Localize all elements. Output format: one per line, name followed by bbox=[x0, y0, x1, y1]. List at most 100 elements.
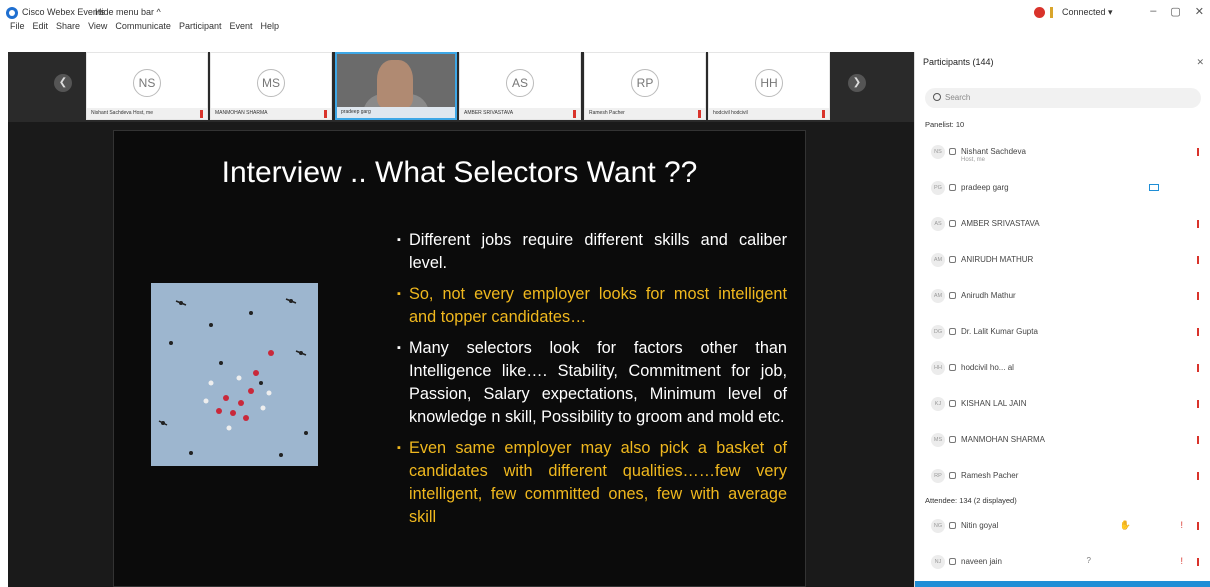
tile-caption: hodcivil hodcivil bbox=[709, 108, 829, 119]
mic-muted-icon[interactable] bbox=[1197, 292, 1199, 300]
panelist-group-header[interactable]: Panelist: 10 bbox=[925, 120, 964, 129]
avatar: HH bbox=[755, 69, 783, 97]
signal-icon bbox=[1050, 7, 1053, 18]
participant-role: Host, me bbox=[961, 157, 986, 163]
mic-muted-icon[interactable] bbox=[1197, 328, 1199, 336]
app-title: Cisco Webex Events bbox=[22, 7, 105, 17]
participant-row[interactable]: RP Ramesh Pacher bbox=[931, 458, 1201, 494]
participant-row[interactable]: AM Anirudh Mathur bbox=[931, 278, 1201, 314]
panel-title[interactable]: Participants (144) bbox=[923, 57, 994, 67]
menu-participant[interactable]: Participant bbox=[179, 21, 222, 31]
device-icon bbox=[949, 472, 956, 479]
video-tile[interactable]: AS AMBER SRIVASTAVA bbox=[459, 52, 581, 120]
attendee-group-header[interactable]: Attendee: 134 (2 displayed) bbox=[925, 496, 1017, 505]
raise-hand-icon: ✋ bbox=[1119, 520, 1131, 530]
mic-muted-icon[interactable] bbox=[1197, 436, 1199, 444]
participant-name: AMBER SRIVASTAVA bbox=[961, 219, 1040, 228]
tile-caption: Ramesh Pacher bbox=[585, 108, 705, 119]
avatar: MS bbox=[257, 69, 285, 97]
participant-name: Ramesh Pacher bbox=[961, 471, 1019, 480]
slide-bullet: So, not every employer looks for most in… bbox=[397, 283, 787, 329]
mic-muted-icon[interactable] bbox=[1197, 220, 1199, 228]
video-tile[interactable]: HH hodcivil hodcivil bbox=[708, 52, 830, 120]
window-controls: – ▢ ✕ bbox=[1150, 5, 1204, 18]
avatar: RP bbox=[931, 469, 945, 483]
device-icon bbox=[949, 184, 956, 191]
search-icon bbox=[933, 93, 941, 101]
participant-row[interactable]: NS Nishant Sachdeva Host, me bbox=[931, 134, 1201, 170]
restore-button[interactable]: ▢ bbox=[1170, 5, 1180, 18]
device-icon bbox=[949, 436, 956, 443]
menu-file[interactable]: File bbox=[10, 21, 25, 31]
menu-edit[interactable]: Edit bbox=[33, 21, 49, 31]
mic-muted-icon[interactable] bbox=[1197, 522, 1199, 530]
mic-muted-icon[interactable] bbox=[1197, 558, 1199, 566]
video-tile[interactable]: MS MANMOHAN SHARMA bbox=[210, 52, 332, 120]
mic-muted-icon bbox=[573, 110, 576, 118]
participant-name: MANMOHAN SHARMA bbox=[961, 435, 1046, 444]
slide-bullet: Even same employer may also pick a baske… bbox=[397, 437, 787, 529]
device-icon bbox=[949, 256, 956, 263]
strip-prev-icon[interactable]: ❮ bbox=[54, 74, 72, 92]
shared-slide: Interview .. What Selectors Want ?? ▪ Di… bbox=[113, 130, 806, 587]
participant-row[interactable]: AM ANIRUDH MATHUR bbox=[931, 242, 1201, 278]
menu-bar: File Edit Share View Communicate Partici… bbox=[10, 21, 279, 31]
slide-bullet: Many selectors look for factors other th… bbox=[397, 337, 787, 429]
participant-name: Nishant Sachdeva bbox=[961, 147, 1026, 156]
connection-status[interactable]: Connected ▾ bbox=[1062, 7, 1113, 18]
tile-caption: AMBER SRIVASTAVA bbox=[460, 108, 580, 119]
mic-muted-icon bbox=[822, 110, 825, 118]
attendee-row[interactable]: NJ naveen jain ? ! bbox=[931, 544, 1201, 580]
active-speaker-tile[interactable]: pradeep garg bbox=[335, 52, 457, 120]
participant-row[interactable]: DG Dr. Lalit Kumar Gupta bbox=[931, 314, 1201, 350]
avatar: AS bbox=[931, 217, 945, 231]
menu-communicate[interactable]: Communicate bbox=[115, 21, 171, 31]
device-icon bbox=[949, 364, 956, 371]
video-strip: ❮ NS Nishant Sachdeva Host, me MS MANMOH… bbox=[8, 52, 914, 122]
mic-muted-icon[interactable] bbox=[1197, 364, 1199, 372]
slide-bullet: Different jobs require different skills … bbox=[397, 229, 787, 275]
recording-icon[interactable] bbox=[1034, 7, 1045, 18]
menu-event[interactable]: Event bbox=[229, 21, 252, 31]
mic-muted-icon bbox=[698, 110, 701, 118]
close-panel-icon[interactable]: ✕ bbox=[1196, 57, 1204, 68]
avatar: NS bbox=[133, 69, 161, 97]
device-icon bbox=[949, 328, 956, 335]
menu-share[interactable]: Share bbox=[56, 21, 80, 31]
participant-row[interactable]: AS AMBER SRIVASTAVA bbox=[931, 206, 1201, 242]
device-icon bbox=[949, 292, 956, 299]
video-tile[interactable]: RP Ramesh Pacher bbox=[584, 52, 706, 120]
content-stage: ❮ NS Nishant Sachdeva Host, me MS MANMOH… bbox=[8, 52, 914, 587]
question-icon: ? bbox=[1086, 556, 1091, 565]
video-tile[interactable]: NS Nishant Sachdeva Host, me bbox=[86, 52, 208, 120]
attendee-row[interactable]: NG Nitin goyal ✋ ! bbox=[931, 508, 1201, 544]
avatar: PG bbox=[931, 181, 945, 195]
avatar: MS bbox=[931, 433, 945, 447]
avatar: NJ bbox=[931, 555, 945, 569]
mic-muted-icon bbox=[200, 110, 203, 118]
strip-next-icon[interactable]: ❯ bbox=[848, 74, 866, 92]
menu-view[interactable]: View bbox=[88, 21, 107, 31]
participant-row[interactable]: MS MANMOHAN SHARMA bbox=[931, 422, 1201, 458]
mic-muted-icon bbox=[324, 110, 327, 118]
hide-menu-bar-button[interactable]: Hide menu bar ^ bbox=[95, 7, 161, 17]
participant-name: ANIRUDH MATHUR bbox=[961, 255, 1034, 264]
avatar: NS bbox=[931, 145, 945, 159]
mic-muted-icon[interactable] bbox=[1197, 472, 1199, 480]
video-on-icon[interactable] bbox=[1149, 184, 1159, 191]
panel-bottom-bar bbox=[915, 581, 1210, 587]
minimize-button[interactable]: – bbox=[1150, 5, 1156, 18]
avatar: AM bbox=[931, 253, 945, 267]
mic-muted-icon[interactable] bbox=[1197, 256, 1199, 264]
close-button[interactable]: ✕ bbox=[1195, 5, 1204, 18]
menu-help[interactable]: Help bbox=[261, 21, 280, 31]
participant-row[interactable]: KJ KISHAN LAL JAIN bbox=[931, 386, 1201, 422]
mic-muted-icon[interactable] bbox=[1197, 148, 1199, 156]
participant-row[interactable]: HH hodcivil ho... al bbox=[931, 350, 1201, 386]
participant-row[interactable]: PG pradeep garg bbox=[931, 170, 1201, 206]
tile-caption: Nishant Sachdeva Host, me bbox=[87, 108, 207, 119]
participant-name: KISHAN LAL JAIN bbox=[961, 399, 1027, 408]
participant-name: Nitin goyal bbox=[961, 521, 999, 530]
mic-muted-icon[interactable] bbox=[1197, 400, 1199, 408]
search-input[interactable]: Search bbox=[925, 88, 1201, 108]
